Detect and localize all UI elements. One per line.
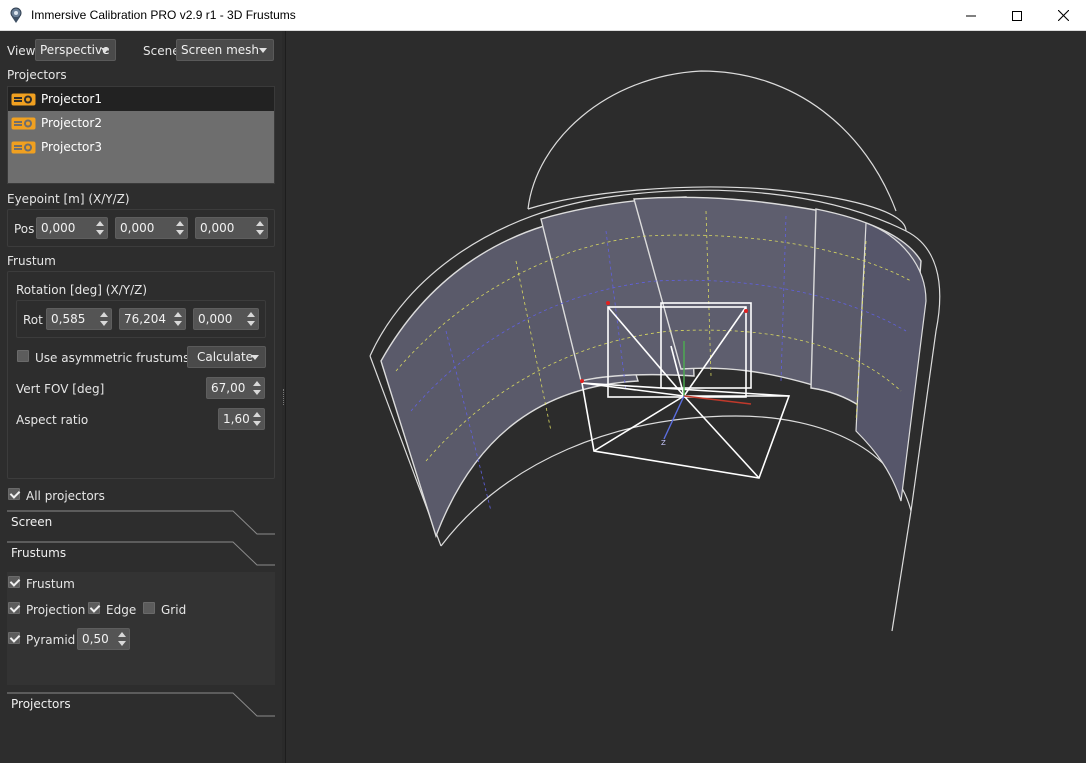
spin-up-icon[interactable] (96, 221, 104, 226)
spin-down-icon[interactable] (174, 321, 182, 326)
projector-icon (11, 93, 36, 106)
spin-down-icon[interactable] (176, 230, 184, 235)
spin-up-icon[interactable] (174, 312, 182, 317)
calculate-button[interactable]: Calculate (187, 346, 266, 368)
rotation-z-input[interactable]: 0,000 (193, 308, 259, 330)
pos-label: Pos (14, 222, 35, 236)
spin-down-icon[interactable] (96, 230, 104, 235)
frustum-option-label: Frustum (26, 577, 75, 591)
projector-item-label: Projector2 (41, 116, 102, 130)
rotation-heading: Rotation [deg] (X/Y/Z) (16, 283, 148, 297)
rot-label: Rot (23, 313, 43, 327)
projector-icon (11, 117, 36, 130)
projection-label: Projection (26, 603, 86, 617)
pyramid-size-input[interactable]: 0,50 (77, 628, 130, 650)
projector-item-label: Projector1 (41, 92, 102, 106)
aspect-ratio-input[interactable]: 1,60 (218, 408, 265, 430)
projector-icon (11, 141, 36, 154)
eyepoint-z-input[interactable]: 0,000 (195, 217, 268, 239)
aspect-ratio-label: Aspect ratio (16, 413, 89, 427)
chevron-down-icon (259, 48, 267, 53)
view-dropdown-value: Perspective (40, 43, 110, 57)
maximize-button[interactable] (994, 0, 1040, 31)
edge-checkbox[interactable] (88, 602, 100, 614)
view-label: View (7, 44, 36, 58)
aspect-ratio-value: 1,60 (223, 412, 250, 426)
edge-label: Edge (106, 603, 137, 617)
spin-down-icon[interactable] (256, 230, 264, 235)
spin-down-icon[interactable] (253, 421, 261, 426)
chevron-down-icon (251, 355, 259, 360)
eyepoint-z-value: 0,000 (200, 221, 235, 235)
scene-label: Scene (143, 44, 180, 58)
spin-up-icon[interactable] (253, 412, 261, 417)
projector-item-1[interactable]: Projector1 (8, 87, 274, 111)
projector-item-2[interactable]: Projector2 (8, 111, 274, 135)
section-projectors[interactable]: Projectors (7, 692, 275, 718)
rotation-y-value: 76,204 (124, 312, 166, 326)
view-dropdown[interactable]: Perspective (35, 39, 116, 61)
vert-fov-input[interactable]: 67,00 (206, 377, 265, 399)
asymmetric-frustums-label: Use asymmetric frustums (35, 351, 190, 365)
pyramid-label: Pyramid (26, 633, 76, 647)
all-projectors-label: All projectors (26, 489, 105, 503)
close-icon (1057, 10, 1069, 21)
asymmetric-frustums-checkbox[interactable] (17, 350, 29, 362)
rotation-x-value: 0,585 (51, 312, 86, 326)
section-frustums[interactable]: Frustums (7, 541, 275, 567)
projector-item-3[interactable]: Projector3 (8, 135, 274, 159)
projectors-heading: Projectors (7, 68, 67, 82)
spin-up-icon[interactable] (253, 381, 261, 386)
frustum-scene: Z (369, 70, 941, 632)
vert-fov-label: Vert FOV [deg] (16, 382, 105, 396)
screen-mesh (380, 196, 927, 539)
projection-checkbox[interactable] (8, 602, 20, 614)
calculate-button-label: Calculate (197, 350, 254, 364)
spin-up-icon[interactable] (247, 312, 255, 317)
scene-dropdown-value: Screen mesh (181, 43, 259, 57)
section-frustums-label: Frustums (11, 546, 67, 560)
minimize-button[interactable] (948, 0, 994, 31)
rotation-x-input[interactable]: 0,585 (46, 308, 112, 330)
axis-z-label: Z (661, 439, 666, 447)
pyramid-checkbox[interactable] (8, 632, 20, 644)
section-screen[interactable]: Screen (7, 510, 275, 536)
3d-viewport[interactable]: Z (286, 31, 1086, 763)
chevron-down-icon (101, 48, 109, 53)
spin-down-icon[interactable] (118, 641, 126, 646)
section-projectors-label: Projectors (11, 697, 71, 711)
projector-list: Projector1 Projector2 Projector3 (7, 86, 275, 184)
spin-up-icon[interactable] (100, 312, 108, 317)
eyepoint-x-value: 0,000 (41, 221, 76, 235)
section-screen-label: Screen (11, 515, 53, 529)
frustum-checkbox[interactable] (8, 576, 20, 588)
frustum-heading: Frustum (7, 254, 56, 268)
minimize-icon (966, 15, 976, 16)
spin-down-icon[interactable] (253, 390, 261, 395)
spin-down-icon[interactable] (247, 321, 255, 326)
eyepoint-y-value: 0,000 (120, 221, 155, 235)
splitter-handle-icon (283, 389, 285, 405)
app-logo-icon (10, 7, 22, 23)
spin-up-icon[interactable] (118, 632, 126, 637)
spin-up-icon[interactable] (176, 221, 184, 226)
rotation-z-value: 0,000 (198, 312, 233, 326)
eyepoint-x-input[interactable]: 0,000 (36, 217, 108, 239)
window-title: Immersive Calibration PRO v2.9 r1 - 3D F… (31, 8, 296, 22)
title-bar: Immersive Calibration PRO v2.9 r1 - 3D F… (0, 0, 1086, 31)
grid-checkbox[interactable] (143, 602, 155, 614)
close-button[interactable] (1040, 0, 1086, 31)
pyramid-size-value: 0,50 (82, 632, 109, 646)
eyepoint-heading: Eyepoint [m] (X/Y/Z) (7, 192, 130, 206)
maximize-icon (1012, 10, 1022, 21)
spin-up-icon[interactable] (256, 221, 264, 226)
projector-item-label: Projector3 (41, 140, 102, 154)
grid-label: Grid (161, 603, 187, 617)
rotation-y-input[interactable]: 76,204 (119, 308, 186, 330)
spin-down-icon[interactable] (100, 321, 108, 326)
vert-fov-value: 67,00 (211, 381, 246, 395)
all-projectors-checkbox[interactable] (8, 488, 20, 500)
scene-dropdown[interactable]: Screen mesh (176, 39, 274, 61)
eyepoint-y-input[interactable]: 0,000 (115, 217, 188, 239)
